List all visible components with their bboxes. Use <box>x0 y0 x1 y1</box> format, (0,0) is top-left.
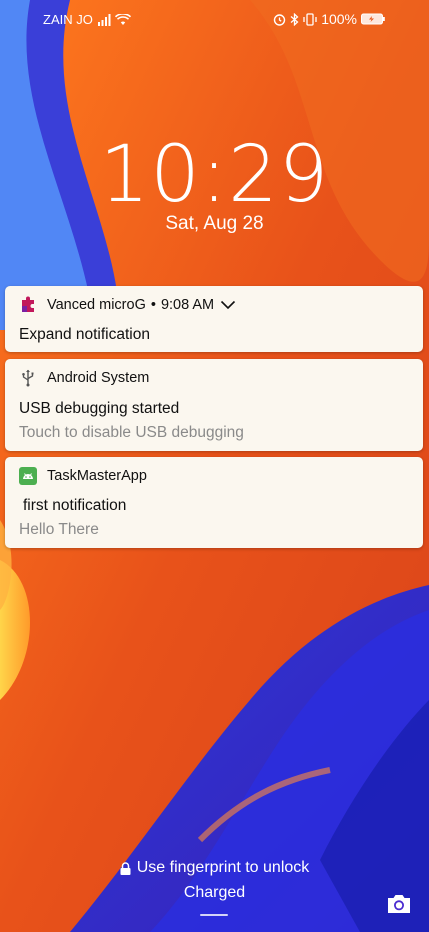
notification-taskmasterapp[interactable]: TaskMasterApp first notification Hello T… <box>5 457 423 548</box>
unlock-hint: Use fingerprint to unlock <box>0 859 429 877</box>
android-icon <box>19 467 37 485</box>
notification-body: Hello There <box>19 521 99 538</box>
notification-time: 9:08 AM <box>160 297 215 313</box>
carrier-name: ZAIN JO <box>43 12 93 27</box>
alarm-icon <box>273 13 286 26</box>
camera-icon[interactable] <box>386 893 412 915</box>
separator-dot: • <box>150 297 156 313</box>
vibrate-icon <box>303 12 317 26</box>
swipe-handle[interactable] <box>200 914 228 916</box>
chevron-down-icon[interactable] <box>220 300 236 310</box>
lock-screen: ZAIN JO 100% 10:29 Sat, Aug 28 Vanced mi… <box>0 0 429 932</box>
status-bar: ZAIN JO 100% <box>0 0 429 38</box>
lock-icon <box>120 861 131 875</box>
signal-icon <box>97 13 111 26</box>
bluetooth-icon <box>290 12 299 26</box>
notification-app-name: TaskMasterApp <box>47 468 147 484</box>
wifi-icon <box>114 13 131 25</box>
unlock-hint-text: Use fingerprint to unlock <box>136 859 310 876</box>
notification-title: USB debugging started <box>19 400 180 417</box>
notification-android-system[interactable]: Android System USB debugging started Tou… <box>5 359 423 451</box>
notification-vanced-microg[interactable]: Vanced microG • 9:08 AM Expand notificat… <box>5 286 423 352</box>
puzzle-icon <box>22 296 34 312</box>
battery-icon <box>361 13 385 25</box>
notification-body: Touch to disable USB debugging <box>19 424 244 441</box>
notification-title: Expand notification <box>19 326 150 343</box>
notification-app-name: Vanced microG <box>47 297 146 313</box>
notification-app-name: Android System <box>47 370 150 386</box>
usb-icon <box>22 369 34 387</box>
charge-status: Charged <box>183 884 246 901</box>
lock-clock: 10:29 <box>99 130 330 220</box>
lock-date: Sat, Aug 28 <box>165 213 264 234</box>
notification-title: first notification <box>23 497 127 514</box>
battery-percent: 100% <box>321 11 357 27</box>
